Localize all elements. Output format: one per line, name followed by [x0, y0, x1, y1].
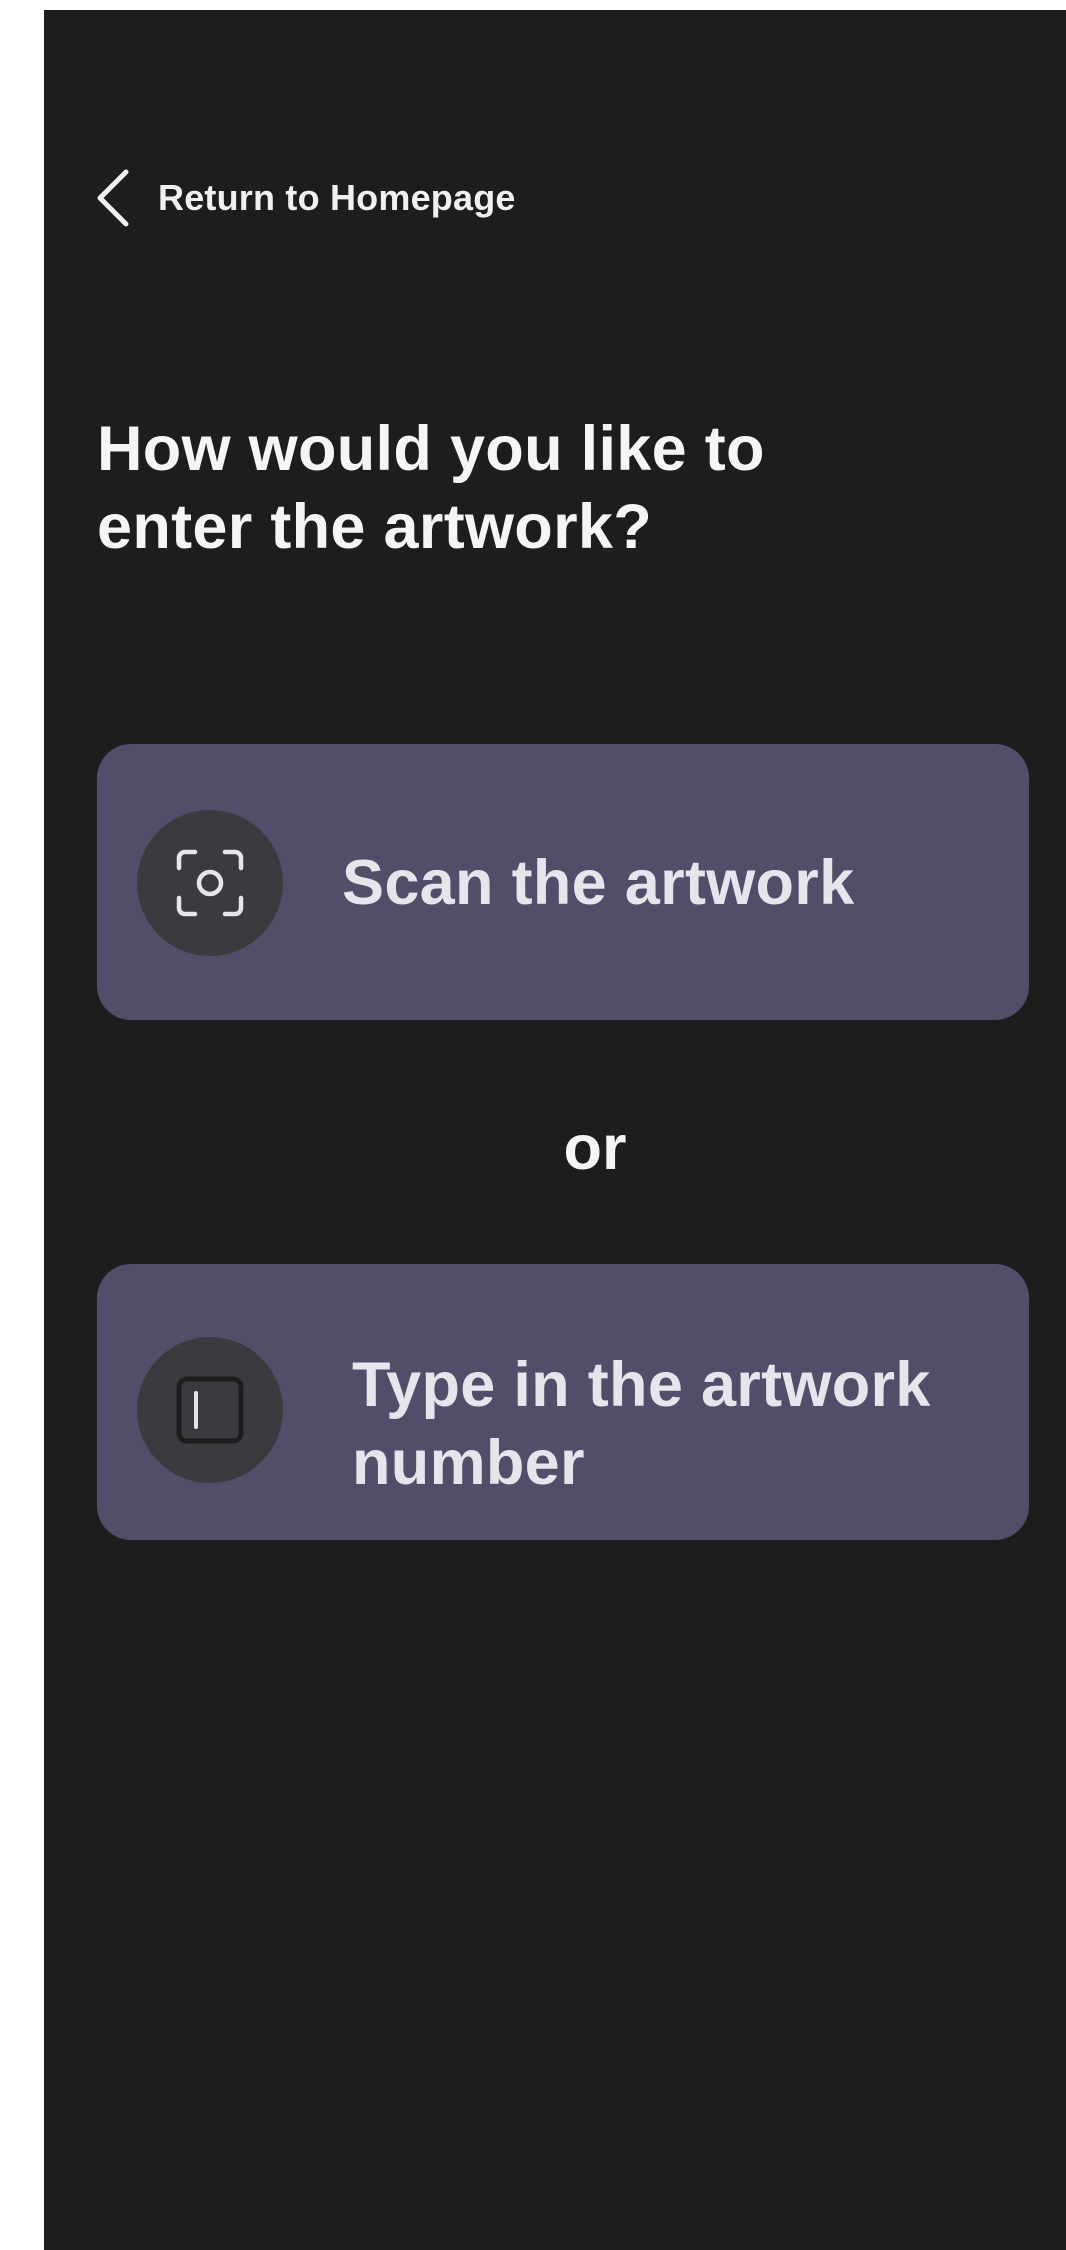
- return-to-homepage-label: Return to Homepage: [158, 177, 516, 218]
- camera-scan-icon: [176, 849, 244, 917]
- scan-artwork-label: Scan the artwork: [342, 848, 855, 918]
- type-icon-circle: [137, 1337, 283, 1483]
- scan-artwork-button[interactable]: Scan the artwork: [97, 744, 1029, 1020]
- app-screen: Return to Homepage How would you like to…: [44, 10, 1066, 2250]
- return-to-homepage-link[interactable]: Return to Homepage: [92, 160, 516, 236]
- chevron-left-icon: [97, 169, 129, 227]
- or-separator: or: [563, 1113, 627, 1183]
- type-artwork-number-button[interactable]: Type in the artwork number: [97, 1264, 1029, 1540]
- type-artwork-number-label: Type in the artwork number: [352, 1350, 931, 1498]
- scan-icon-circle: [137, 810, 283, 956]
- text-cursor-icon: [176, 1376, 244, 1444]
- page-title: How would you like to enter the artwork?: [97, 414, 765, 562]
